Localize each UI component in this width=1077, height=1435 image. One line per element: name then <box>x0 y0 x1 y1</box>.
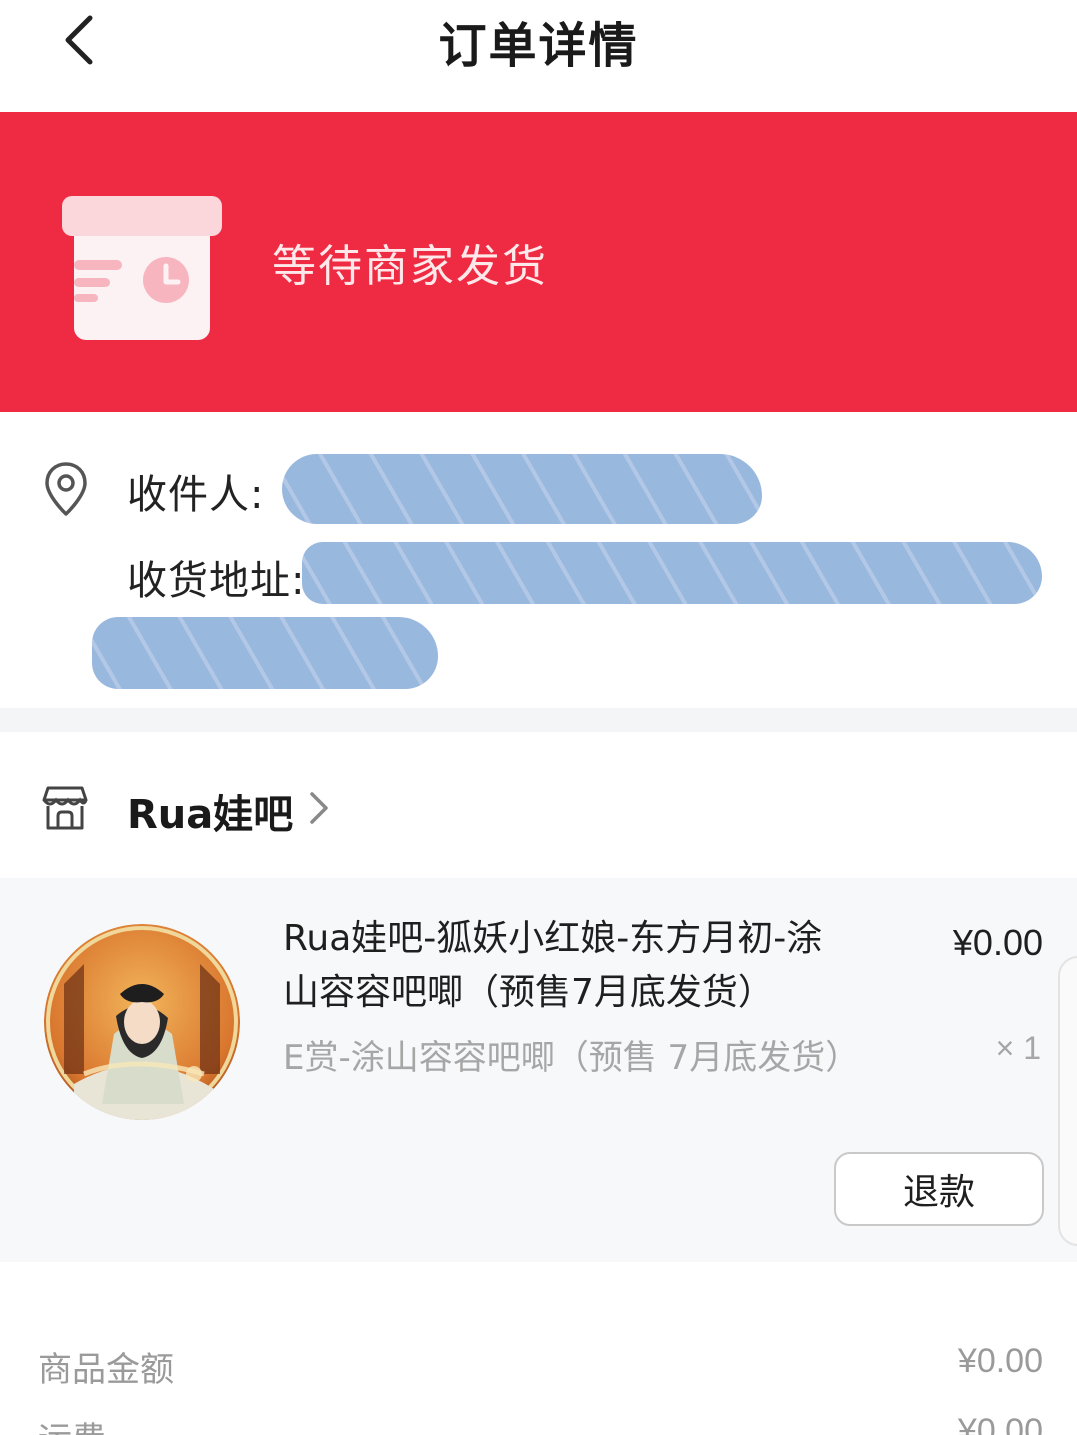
nav-header: 订单详情 <box>0 0 1077 112</box>
pending-shipment-icon <box>62 196 222 340</box>
chevron-right-icon <box>310 792 328 824</box>
order-status-text: 等待商家发货 <box>272 241 548 292</box>
subtotal-label: 商品金额 <box>38 1350 174 1390</box>
shop-row[interactable]: Rua娃吧 <box>0 732 1077 878</box>
product-spec: E赏-涂山容容吧唧（预售 7月底发货） <box>283 1038 860 1078</box>
shipping-address-label: 收货地址: <box>127 558 306 604</box>
refund-button[interactable]: 退款 <box>834 1152 1044 1226</box>
shipping-address-section[interactable]: 收件人: 收货地址: <box>0 412 1077 708</box>
product-title[interactable]: Rua娃吧-狐妖小红娘-东方月初-涂山容容吧唧（预售7月底发货） <box>283 912 843 1020</box>
order-detail-page: 订单详情 等待商家发货 收件人: 收货地址: Rua娃吧 Rua娃吧-狐妖小红娘… <box>0 0 1077 1435</box>
subtotal-value: ¥0.00 <box>957 1342 1043 1380</box>
floating-side-tab[interactable] <box>1058 956 1077 1246</box>
shop-name[interactable]: Rua娃吧 <box>127 782 293 840</box>
product-thumbnail[interactable] <box>44 924 240 1120</box>
recipient-label: 收件人: <box>127 472 265 518</box>
store-icon <box>42 786 88 830</box>
redacted-address-line-1 <box>302 542 1042 604</box>
shipping-fee-value: ¥0.00 <box>957 1412 1043 1435</box>
location-pin-icon <box>45 462 87 516</box>
redacted-recipient-name <box>282 454 762 524</box>
price-summary: 商品金额 ¥0.00 运费 ¥0.00 <box>0 1262 1077 1435</box>
page-title: 订单详情 <box>438 18 639 74</box>
order-status-banner: 等待商家发货 <box>0 112 1077 412</box>
product-price: ¥0.00 <box>952 922 1043 963</box>
product-quantity: × 1 <box>995 1030 1041 1066</box>
section-divider <box>0 708 1077 732</box>
redacted-address-line-2 <box>92 617 438 689</box>
product-card[interactable]: Rua娃吧-狐妖小红娘-东方月初-涂山容容吧唧（预售7月底发货） ¥0.00 E… <box>0 878 1077 1262</box>
shipping-fee-label: 运费 <box>38 1412 106 1435</box>
